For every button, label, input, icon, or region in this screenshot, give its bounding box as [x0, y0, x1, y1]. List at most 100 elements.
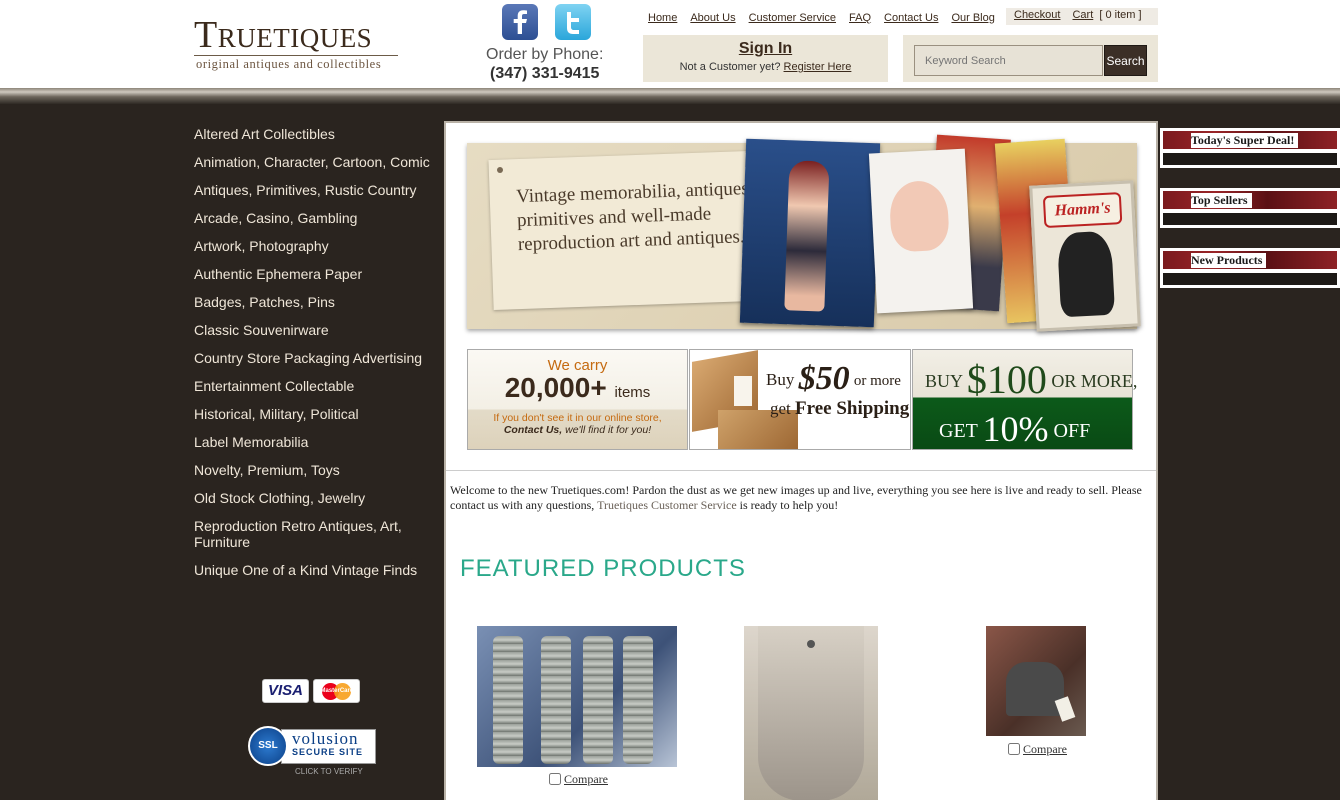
nav-home[interactable]: Home	[648, 12, 677, 24]
category-link[interactable]: Artwork, Photography	[194, 238, 439, 254]
category-link[interactable]: Country Store Packaging Advertising	[194, 350, 439, 366]
nav-faq[interactable]: FAQ	[849, 12, 871, 24]
nav-contact-us[interactable]: Contact Us	[884, 12, 938, 24]
product-image[interactable]	[744, 626, 878, 800]
logo-wordmark: Truetiques	[194, 14, 373, 56]
site-logo[interactable]: Truetiques original antiques and collect…	[194, 14, 404, 74]
category-link[interactable]: Label Memorabilia	[194, 434, 439, 450]
featured-products-heading: FEATURED PRODUCTS	[460, 555, 746, 582]
category-link[interactable]: Classic Souvenirware	[194, 322, 439, 338]
category-link[interactable]: Entertainment Collectable	[194, 378, 439, 394]
logo-rule	[194, 55, 398, 56]
promo1-line3: If you don't see it in our online store,	[493, 412, 662, 424]
promo1-count-row: 20,000+ items	[468, 372, 687, 404]
promo1-unit: items	[614, 384, 651, 401]
phone-number: (347) 331-9415	[490, 65, 600, 82]
ssl-sub: SECURE SITE	[292, 747, 364, 757]
box-label	[734, 376, 752, 406]
signin-prompt-row: Not a Customer yet? Register Here	[643, 61, 888, 73]
box-title: New Products	[1191, 253, 1267, 268]
search-button[interactable]: Search	[1104, 45, 1147, 76]
category-link[interactable]: Old Stock Clothing, Jewelry	[194, 490, 439, 506]
promo2-amount: $50	[798, 360, 850, 397]
signin-box: Sign In Not a Customer yet? Register Her…	[643, 35, 888, 82]
ssl-verify-text[interactable]: CLICK TO VERIFY	[295, 767, 363, 776]
signin-prompt: Not a Customer yet?	[679, 61, 781, 73]
category-link[interactable]: Antiques, Primitives, Rustic Country	[194, 182, 439, 198]
pin-icon	[497, 167, 503, 173]
promo3-line2: GET 10% OFF	[939, 408, 1090, 450]
register-link[interactable]: Register Here	[784, 61, 852, 73]
site-header: Truetiques original antiques and collect…	[0, 0, 1340, 92]
todays-deal-box[interactable]: Today's Super Deal!	[1160, 128, 1340, 168]
promo-discount-banner[interactable]: BUY $100 OR MORE, GET 10% OFF	[912, 349, 1137, 450]
nav-about-us[interactable]: About Us	[690, 12, 735, 24]
ssl-seal[interactable]: volusion SECURE SITE SSL	[248, 726, 376, 766]
box-body	[1163, 213, 1337, 225]
signin-link[interactable]: Sign In	[643, 40, 888, 58]
twitter-icon[interactable]	[555, 4, 591, 40]
cart-bar: Checkout Cart [ 0 item ]	[1006, 8, 1158, 25]
compare-toggle[interactable]: Compare	[549, 772, 608, 787]
box-title: Today's Super Deal!	[1191, 133, 1299, 148]
new-products-box[interactable]: New Products	[1160, 248, 1340, 288]
compare-label: Compare	[1023, 742, 1067, 756]
box-body	[1163, 273, 1337, 285]
compare-toggle[interactable]: Compare	[1008, 742, 1067, 757]
ssl-seal-box: volusion SECURE SITE	[281, 729, 376, 764]
promo1-contact: Contact Us,	[503, 424, 563, 436]
box-body	[1163, 153, 1337, 165]
welcome-end: is ready to help you!	[739, 498, 839, 512]
logo-tagline: original antiques and collectibles	[196, 57, 382, 71]
category-link[interactable]: Altered Art Collectibles	[194, 126, 439, 142]
search-input[interactable]	[914, 45, 1103, 76]
category-link[interactable]: Novelty, Premium, Toys	[194, 462, 439, 478]
promo3-line1: BUY $100 OR MORE,	[925, 356, 1137, 403]
category-link[interactable]: Historical, Military, Political	[194, 406, 439, 422]
promo1-line4-row: Contact Us, we'll find it for you!	[468, 424, 687, 436]
main-content: Vintage memorabilia, antiques, primitive…	[444, 121, 1158, 800]
top-nav: Home About Us Customer Service FAQ Conta…	[648, 12, 995, 24]
nav-customer-service[interactable]: Customer Service	[749, 12, 836, 24]
promo3-or-more: OR MORE,	[1051, 371, 1138, 391]
compare-label: Compare	[564, 772, 608, 786]
compare-checkbox[interactable]	[549, 773, 561, 785]
top-sellers-box[interactable]: Top Sellers	[1160, 188, 1340, 228]
nav-our-blog[interactable]: Our Blog	[951, 12, 994, 24]
promo2-get: get	[770, 399, 791, 418]
ssl-brand: volusion	[292, 729, 359, 748]
promo1-line4: we'll find it for you!	[565, 424, 652, 436]
hero-banner[interactable]: Vintage memorabilia, antiques, primitive…	[467, 134, 1141, 333]
mastercard-icon: MasterCard	[313, 679, 360, 703]
kewpie-card-image	[868, 148, 974, 314]
promo1-count: 20,000+	[504, 372, 607, 403]
category-link[interactable]: Arcade, Casino, Gambling	[194, 210, 439, 226]
category-link[interactable]: Badges, Patches, Pins	[194, 294, 439, 310]
product-image[interactable]	[986, 626, 1086, 736]
cart-count: [ 0 item ]	[1099, 9, 1142, 21]
facebook-icon[interactable]	[502, 4, 538, 40]
promo2-or-more: or more	[853, 373, 901, 389]
product-image[interactable]	[477, 626, 677, 767]
customer-service-link[interactable]: Truetiques Customer Service	[597, 498, 737, 512]
compare-checkbox[interactable]	[1008, 743, 1020, 755]
category-link[interactable]: Authentic Ephemera Paper	[194, 266, 439, 282]
promo3-percent: 10%	[982, 409, 1049, 449]
promo3-buy: BUY	[925, 371, 963, 391]
category-link[interactable]: Reproduction Retro Antiques, Art, Furnit…	[194, 518, 439, 550]
promo-items-banner[interactable]: We carry 20,000+ items If you don't see …	[467, 349, 688, 450]
visa-icon: VISA	[262, 679, 309, 703]
category-link[interactable]: Animation, Character, Cartoon, Comic	[194, 154, 439, 170]
category-link[interactable]: Unique One of a Kind Vintage Finds	[194, 562, 439, 578]
mastercard-label: MasterCard	[320, 688, 354, 694]
cart-link[interactable]: Cart	[1072, 9, 1093, 21]
checkout-link[interactable]: Checkout	[1014, 9, 1060, 21]
welcome-message: Welcome to the new Truetiques.com! Pardo…	[450, 483, 1156, 513]
promo-free-shipping-banner[interactable]: Buy $50 or more get Free Shipping	[689, 349, 911, 450]
promo3-get: GET	[939, 420, 978, 442]
promo2-buy: Buy	[766, 370, 795, 389]
payment-cards: VISA MasterCard	[262, 679, 360, 703]
promo3-amount: $100	[966, 357, 1047, 402]
hero-text: Vintage memorabilia, antiques, primitive…	[515, 177, 754, 256]
promo3-off: OFF	[1053, 420, 1091, 442]
